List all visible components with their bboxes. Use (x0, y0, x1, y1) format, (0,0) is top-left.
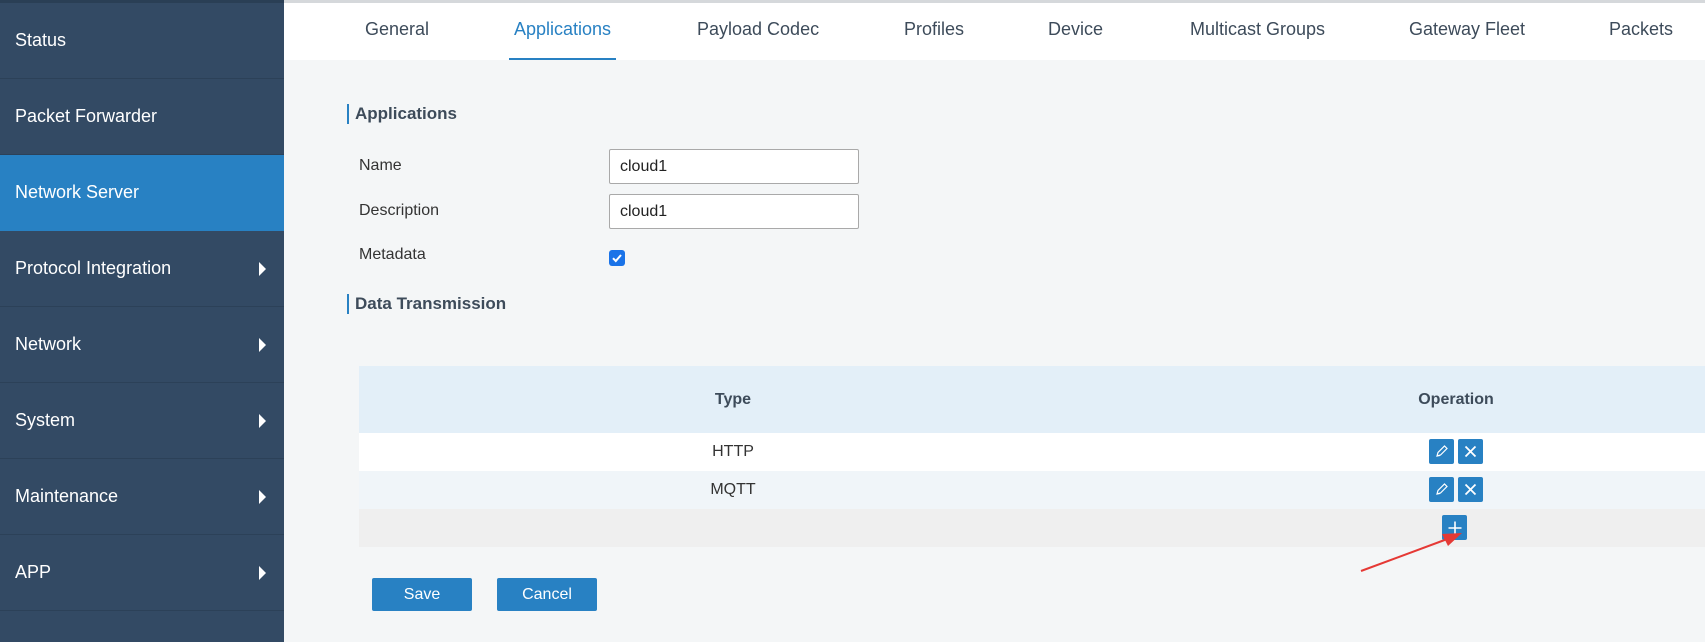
sidebar-item-app[interactable]: APP (0, 535, 284, 611)
close-icon (1464, 445, 1477, 458)
cancel-button[interactable]: Cancel (497, 578, 597, 611)
tab-profiles[interactable]: Profiles (904, 3, 964, 60)
sidebar-item-label: Status (15, 30, 67, 50)
tab-packets[interactable]: Packets (1609, 3, 1673, 60)
metadata-label: Metadata (359, 246, 426, 263)
chevron-right-icon (259, 565, 266, 580)
sidebar-item-network[interactable]: Network (0, 307, 284, 383)
table-row: MQTT (359, 471, 1705, 509)
description-label: Description (359, 202, 440, 219)
tab-payload-codec[interactable]: Payload Codec (697, 3, 819, 60)
tab-bar: General Applications Payload Codec Profi… (284, 0, 1705, 60)
name-label: Name (359, 157, 402, 174)
sidebar-item-network-server[interactable]: Network Server (0, 155, 284, 231)
sidebar-item-protocol-integration[interactable]: Protocol Integration (0, 231, 284, 307)
section-title-data-transmission: Data Transmission (347, 294, 506, 314)
sidebar-item-system[interactable]: System (0, 383, 284, 459)
sidebar: Status Packet Forwarder Network Server P… (0, 0, 284, 642)
table-header: Type Operation (359, 366, 1705, 433)
check-icon (612, 254, 622, 263)
sidebar-item-status[interactable]: Status (0, 3, 284, 79)
sidebar-item-label: APP (15, 562, 52, 582)
edit-button[interactable] (1429, 477, 1454, 502)
data-transmission-table: Type Operation HTTP MQTT (359, 366, 1705, 547)
pencil-icon (1436, 445, 1448, 457)
sidebar-item-label: Protocol Integration (15, 258, 172, 278)
sidebar-item-label: System (15, 410, 76, 430)
chevron-right-icon (259, 337, 266, 352)
close-icon (1464, 483, 1477, 496)
column-header-type: Type (714, 390, 752, 408)
sidebar-item-label: Packet Forwarder (15, 106, 158, 126)
table-row: HTTP (359, 433, 1705, 471)
tab-gateway-fleet[interactable]: Gateway Fleet (1409, 3, 1525, 60)
delete-button[interactable] (1458, 439, 1483, 464)
tab-applications[interactable]: Applications (509, 3, 616, 60)
delete-button[interactable] (1458, 477, 1483, 502)
tab-device[interactable]: Device (1048, 3, 1103, 60)
name-input[interactable] (609, 149, 859, 184)
table-add-row (359, 509, 1705, 547)
chevron-right-icon (259, 489, 266, 504)
section-title-applications: Applications (347, 104, 457, 124)
metadata-checkbox[interactable] (609, 250, 625, 266)
sidebar-item-maintenance[interactable]: Maintenance (0, 459, 284, 535)
sidebar-item-label: Network (15, 334, 82, 354)
chevron-right-icon (259, 413, 266, 428)
annotation-arrow-icon (1360, 533, 1462, 572)
chevron-right-icon (259, 261, 266, 276)
sidebar-item-packet-forwarder[interactable]: Packet Forwarder (0, 79, 284, 155)
type-cell: MQTT (710, 481, 756, 498)
column-header-operation: Operation (1418, 390, 1494, 408)
sidebar-item-label: Network Server (15, 182, 140, 202)
tab-multicast-groups[interactable]: Multicast Groups (1190, 3, 1325, 60)
tab-general[interactable]: General (365, 3, 429, 60)
save-button[interactable]: Save (372, 578, 472, 611)
description-input[interactable] (609, 194, 859, 229)
sidebar-item-label: Maintenance (15, 486, 119, 506)
type-cell: HTTP (712, 443, 754, 460)
edit-button[interactable] (1429, 439, 1454, 464)
pencil-icon (1436, 483, 1448, 495)
